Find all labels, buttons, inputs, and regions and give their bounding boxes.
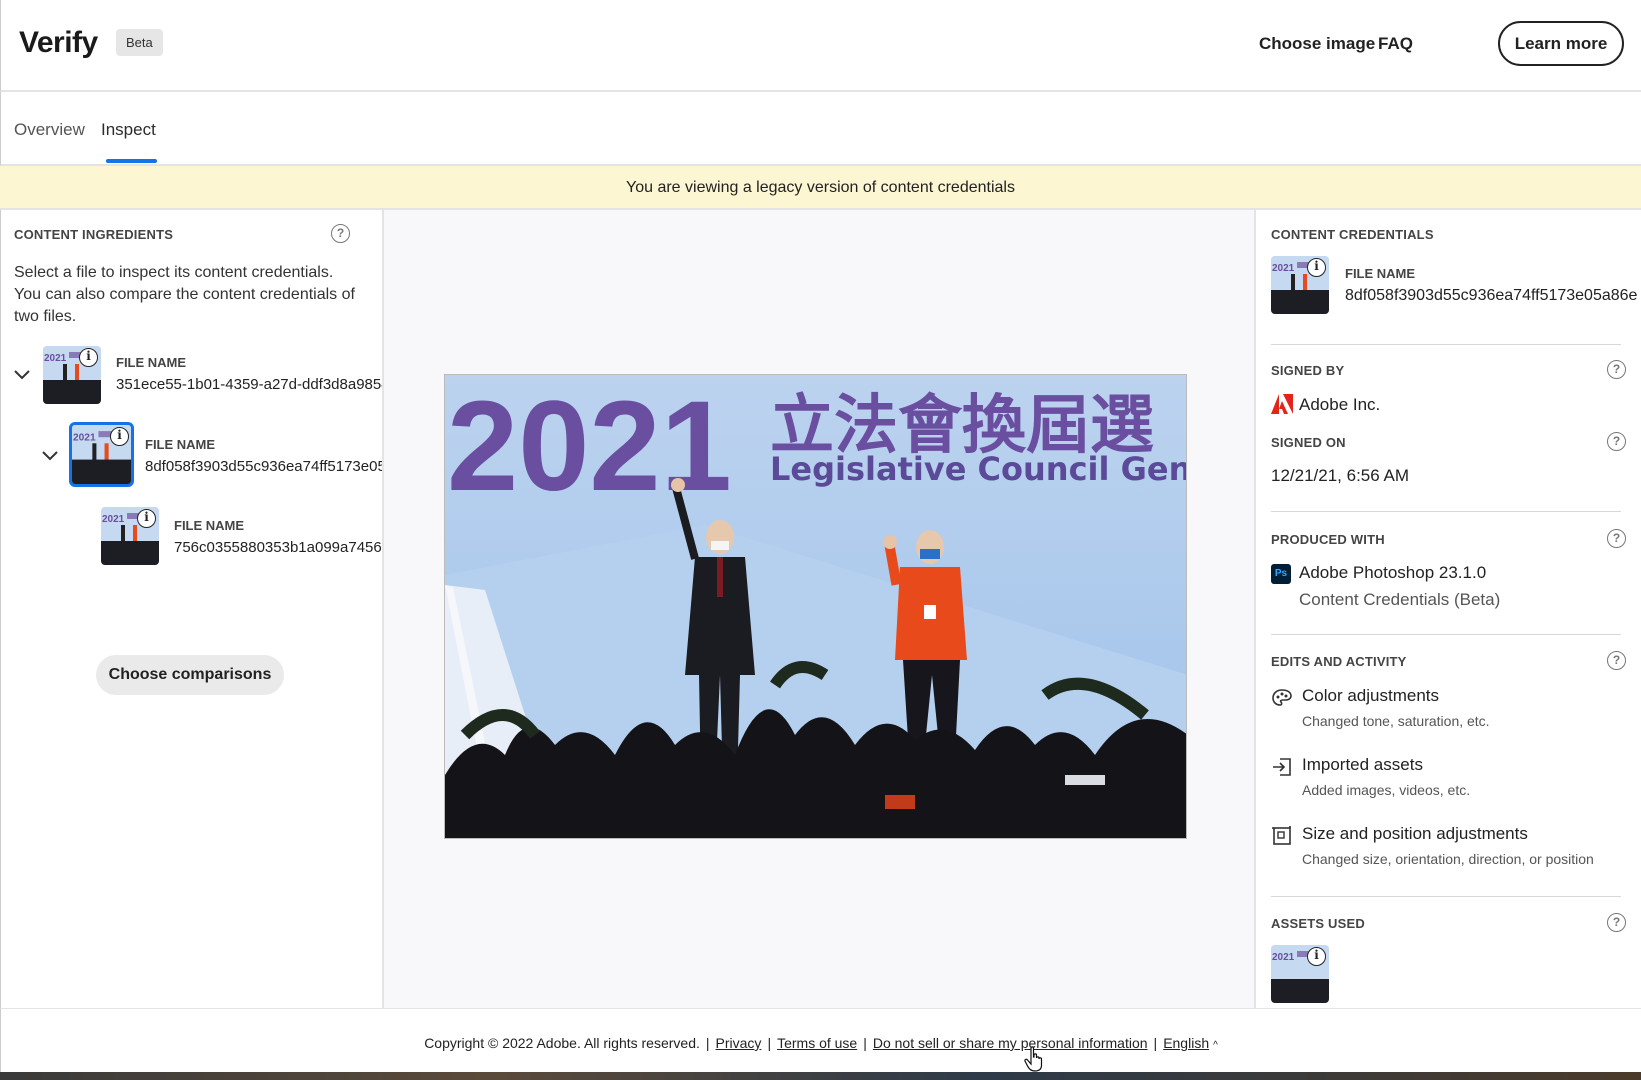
signed-on-value: 12/21/21, 6:56 AM [1271,466,1409,485]
divider [1271,634,1621,635]
import-icon [1273,758,1291,776]
bottom-strip [0,1072,1641,1080]
crop-icon [1272,826,1291,845]
divider [1271,896,1621,897]
info-icon[interactable]: i [110,427,129,446]
tab-overview[interactable]: Overview [14,120,85,140]
language-link[interactable]: English [1163,1035,1209,1051]
file-name-value: 8df058f3903d55c936ea74ff5173e05 [145,458,384,475]
svg-text:2021: 2021 [73,432,96,443]
legacy-banner: You are viewing a legacy version of cont… [0,166,1641,210]
info-icon[interactable]: i [1307,947,1326,966]
chevron-down-icon[interactable] [41,446,59,464]
signed-on-label: SIGNED ON [1271,435,1346,450]
learn-more-button[interactable]: Learn more [1498,21,1624,66]
file-thumbnail[interactable]: 2021 i [43,346,101,404]
choose-comparisons-button[interactable]: Choose comparisons [96,655,284,695]
tab-inspect[interactable]: Inspect [101,120,156,140]
asset-thumbnail[interactable]: 2021 i [1271,945,1329,1003]
content-credentials-title: CONTENT CREDENTIALS [1271,227,1434,242]
palette-icon [1272,689,1292,706]
privacy-link[interactable]: Privacy [716,1035,762,1051]
edit-title: Color adjustments [1302,686,1440,705]
image-preview-area: 2021 立法會換屆選 Legislative Council General … [384,210,1256,1008]
do-not-sell-link[interactable]: Do not sell or share my personal informa… [873,1035,1148,1051]
help-icon[interactable]: ? [331,224,350,243]
hand-cursor-icon [1024,1046,1043,1072]
edit-desc: Changed tone, saturation, etc. [1302,713,1490,729]
assets-used-label: ASSETS USED [1271,916,1365,931]
file-name-label: FILE NAME [116,355,187,370]
app-header: Verify Beta Choose image FAQ Learn more [0,0,1641,92]
edit-title: Imported assets [1302,755,1423,774]
active-tab-indicator [106,159,157,163]
file-name-label: FILE NAME [174,518,245,533]
file-name-value: 756c0355880353b1a099a74567 [174,539,384,556]
content-ingredients-title: CONTENT INGREDIENTS [14,227,174,242]
file-thumbnail[interactable]: 2021 i [1271,256,1329,314]
edit-desc: Added images, videos, etc. [1302,782,1471,798]
file-thumbnail[interactable]: 2021 i [101,507,159,565]
photo-english-text: Legislative Council General E [770,450,1187,488]
help-icon[interactable]: ? [1607,651,1626,670]
produced-with-value: Adobe Photoshop 23.1.0 [1299,563,1487,582]
photoshop-icon: Ps [1271,564,1291,584]
divider [1271,344,1621,345]
svg-text:2021: 2021 [1272,952,1295,963]
faq-link[interactable]: FAQ [1378,34,1413,54]
help-icon[interactable]: ? [1607,529,1626,548]
photo-year-text: 2021 [447,375,732,518]
file-name-value: 8df058f3903d55c936ea74ff5173e05a86e [1345,287,1638,304]
svg-text:2021: 2021 [102,514,125,525]
ingredients-description: Select a file to inspect its content cre… [14,264,355,325]
info-icon[interactable]: i [137,509,156,528]
choose-image-link[interactable]: Choose image [1259,34,1375,54]
signed-by-value: Adobe Inc. [1299,395,1381,414]
file-thumbnail-selected[interactable]: 2021 i [69,422,134,487]
chevron-up-icon[interactable]: ^ [1213,1040,1218,1051]
help-icon[interactable]: ? [1607,913,1626,932]
terms-link[interactable]: Terms of use [777,1035,857,1051]
file-name-label: FILE NAME [145,437,216,452]
content-ingredients-panel: CONTENT INGREDIENTS ? Select a file to i… [0,210,384,1008]
copyright-text: Copyright © 2022 Adobe. All rights reser… [424,1035,700,1051]
adobe-logo-icon [1271,394,1293,414]
produced-with-sub: Content Credentials (Beta) [1299,590,1501,609]
tab-bar: Overview Inspect [0,92,1641,166]
edit-title: Size and position adjustments [1302,824,1528,843]
help-icon[interactable]: ? [1607,360,1626,379]
info-icon[interactable]: i [79,348,98,367]
help-icon[interactable]: ? [1607,432,1626,451]
preview-image[interactable]: 2021 立法會換屆選 Legislative Council General … [444,374,1187,839]
edit-desc: Changed size, orientation, direction, or… [1302,851,1594,867]
info-icon[interactable]: i [1307,258,1326,277]
file-name-label: FILE NAME [1345,266,1416,281]
divider [1271,511,1621,512]
signed-by-label: SIGNED BY [1271,363,1345,378]
file-name-value: 351ece55-1b01-4359-a27d-ddf3d8a9854 [116,376,384,393]
beta-badge: Beta [116,29,163,56]
produced-with-label: PRODUCED WITH [1271,532,1385,547]
svg-text:2021: 2021 [1272,263,1295,274]
svg-text:2021: 2021 [44,353,67,364]
content-credentials-panel: CONTENT CREDENTIALS 2021 i FILE NAME 8df… [1256,210,1641,1008]
chevron-down-icon[interactable] [13,365,31,383]
edits-activity-label: EDITS AND ACTIVITY [1271,654,1407,669]
page-footer: Copyright © 2022 Adobe. All rights reser… [0,1008,1641,1072]
brand-title[interactable]: Verify [19,26,98,60]
